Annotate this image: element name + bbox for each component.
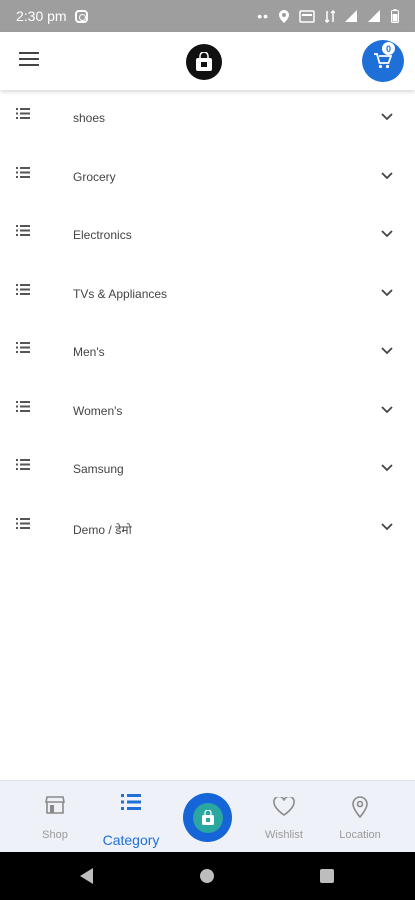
list-icon bbox=[16, 342, 30, 353]
system-nav-bar bbox=[0, 852, 415, 900]
notification-dots: •• bbox=[257, 8, 269, 24]
list-icon bbox=[16, 108, 30, 119]
home-icon[interactable] bbox=[200, 869, 214, 883]
tab-category[interactable]: Category bbox=[96, 781, 166, 853]
category-label: Electronics bbox=[73, 228, 132, 242]
tab-location-label: Location bbox=[339, 829, 381, 841]
signal-icon bbox=[345, 10, 357, 22]
center-button-inner bbox=[192, 802, 223, 833]
signal-2-icon bbox=[368, 10, 380, 22]
list-icon bbox=[16, 225, 30, 236]
app-logo bbox=[186, 44, 222, 80]
category-label: Men's bbox=[73, 345, 105, 359]
category-row-demo[interactable]: Demo / डेमो bbox=[0, 498, 415, 557]
tab-wishlist[interactable]: Wishlist bbox=[249, 781, 319, 853]
cart-icon bbox=[374, 53, 392, 69]
category-label: Samsung bbox=[73, 462, 124, 476]
home-shop-button[interactable] bbox=[183, 793, 232, 842]
category-label: TVs & Appliances bbox=[73, 286, 168, 301]
battery-icon bbox=[391, 9, 399, 23]
category-row-tvs-appliances[interactable]: TVs & Appliances bbox=[0, 264, 415, 323]
status-icons: •• bbox=[257, 8, 399, 24]
category-row-shoes[interactable]: shoes bbox=[0, 88, 415, 147]
instagram-icon bbox=[74, 9, 88, 23]
bottom-nav: Shop Category Wishlist Location bbox=[0, 780, 415, 852]
list-icon bbox=[16, 283, 30, 295]
category-list: shoes Grocery Electronics TVs & Applianc… bbox=[0, 88, 415, 556]
chevron-down-icon[interactable] bbox=[381, 405, 393, 414]
chevron-down-icon[interactable] bbox=[381, 522, 393, 531]
status-bar: 2:30 pm •• bbox=[0, 0, 415, 32]
chevron-down-icon[interactable] bbox=[381, 347, 393, 355]
tab-category-label: Category bbox=[102, 832, 160, 848]
category-row-mens[interactable]: Men's bbox=[0, 322, 415, 381]
app-header: 0 bbox=[0, 32, 415, 90]
category-label: Women's bbox=[73, 403, 123, 418]
chevron-down-icon[interactable] bbox=[381, 288, 393, 297]
tab-shop[interactable]: Shop bbox=[20, 781, 90, 853]
list-icon bbox=[16, 459, 30, 470]
category-label: Demo / डेमो bbox=[73, 522, 132, 537]
list-icon bbox=[16, 400, 30, 412]
cart-count-badge: 0 bbox=[382, 42, 395, 55]
category-row-samsung[interactable]: Samsung bbox=[0, 439, 415, 498]
heart-icon bbox=[273, 797, 295, 816]
category-row-electronics[interactable]: Electronics bbox=[0, 205, 415, 264]
data-icon bbox=[325, 9, 335, 23]
location-icon bbox=[279, 9, 289, 23]
list-icon bbox=[16, 517, 30, 529]
tab-wishlist-label: Wishlist bbox=[265, 829, 303, 841]
tab-location[interactable]: Location bbox=[325, 781, 395, 853]
chevron-down-icon[interactable] bbox=[381, 171, 393, 180]
tab-shop-label: Shop bbox=[42, 829, 68, 841]
category-list-icon bbox=[121, 794, 141, 810]
category-row-womens[interactable]: Women's bbox=[0, 381, 415, 440]
chevron-down-icon[interactable] bbox=[381, 230, 393, 238]
category-label: Grocery bbox=[73, 169, 116, 184]
recent-apps-icon[interactable] bbox=[320, 869, 334, 883]
list-icon bbox=[16, 166, 30, 178]
location-pin-icon bbox=[352, 796, 368, 818]
category-row-grocery[interactable]: Grocery bbox=[0, 147, 415, 206]
shopping-bag-icon bbox=[201, 809, 214, 825]
chevron-down-icon[interactable] bbox=[381, 113, 393, 121]
hamburger-menu-icon[interactable] bbox=[19, 52, 39, 68]
store-icon bbox=[45, 796, 65, 814]
back-icon[interactable] bbox=[80, 868, 93, 884]
chevron-down-icon[interactable] bbox=[381, 464, 393, 472]
status-time: 2:30 pm bbox=[16, 8, 67, 24]
shopping-bag-icon bbox=[196, 52, 212, 71]
cast-icon bbox=[299, 9, 315, 23]
category-label: shoes bbox=[73, 111, 106, 125]
